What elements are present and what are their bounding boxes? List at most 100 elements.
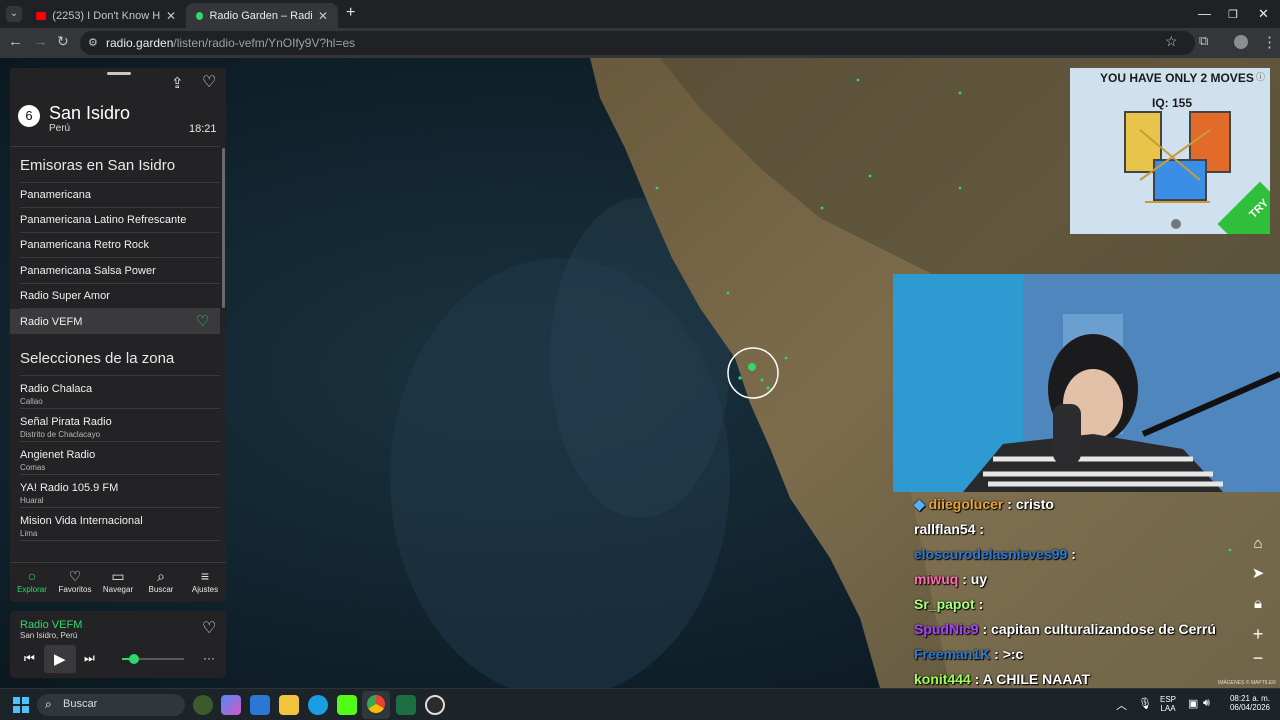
lock-icon[interactable]: 🔒︎ bbox=[1244, 592, 1272, 616]
pick-item[interactable]: Angienet Radio Comas bbox=[20, 442, 220, 475]
tray-chevron-icon[interactable]: ︿ bbox=[1116, 697, 1127, 713]
station-item-selected[interactable]: Radio VEFM ♡ bbox=[10, 309, 220, 334]
place-number-badge: 6 bbox=[18, 105, 40, 127]
tab-radio-garden[interactable]: Radio Garden – Radio VEFM ✕ bbox=[186, 3, 338, 28]
favorite-place-heart-icon[interactable]: ♡ bbox=[202, 72, 216, 92]
kick-icon[interactable] bbox=[337, 695, 357, 715]
previous-icon[interactable]: ⏮ bbox=[24, 651, 35, 666]
chat-separator: : bbox=[970, 671, 983, 687]
chrome-menu-icon[interactable]: ⋮ bbox=[1262, 33, 1277, 51]
obs-icon[interactable] bbox=[425, 695, 445, 715]
chat-user: konit444 bbox=[914, 671, 971, 687]
taskbar-search-box[interactable]: ⌕ Buscar bbox=[37, 694, 185, 716]
station-item[interactable]: Radio Super Amor bbox=[20, 284, 220, 309]
microphone-icon[interactable]: 🎙︎ bbox=[1138, 697, 1152, 710]
chat-separator: : bbox=[978, 621, 992, 637]
circle-icon: ○ bbox=[27, 568, 37, 584]
nav-label: Buscar bbox=[148, 585, 174, 594]
chrome-taskbar-active[interactable] bbox=[362, 691, 390, 719]
station-item[interactable]: Panamericana Latino Refrescante bbox=[20, 208, 220, 233]
pick-item[interactable]: Señal Pirata Radio Distrito de Chaclacay… bbox=[20, 409, 220, 442]
map-style-icon[interactable]: ⌂ bbox=[1244, 532, 1272, 556]
nav-browse[interactable]: ▭ Navegar bbox=[98, 567, 138, 594]
pick-item[interactable]: Mision Vida Internacional Lima bbox=[20, 508, 220, 541]
webcam-image bbox=[893, 274, 1280, 492]
widgets-icon[interactable] bbox=[193, 695, 213, 715]
nav-explore[interactable]: ○ Explorar bbox=[12, 567, 52, 594]
pick-place: Lima bbox=[20, 529, 38, 538]
volume-knob[interactable] bbox=[129, 654, 140, 664]
chat-separator: : bbox=[990, 646, 1003, 662]
file-explorer-icon[interactable] bbox=[279, 695, 299, 715]
chrome-icon bbox=[367, 695, 385, 713]
profile-avatar[interactable] bbox=[1234, 35, 1248, 49]
address-bar: ← → ↻ ⚙ radio.garden/listen/radio-vefm/Y… bbox=[0, 28, 1280, 58]
new-tab-button[interactable]: + bbox=[346, 4, 355, 22]
chat-separator: : bbox=[974, 596, 984, 612]
chat-separator: : bbox=[1003, 496, 1016, 512]
forward-icon[interactable]: → bbox=[33, 33, 48, 50]
nav-search[interactable]: ⌕ Buscar bbox=[141, 567, 181, 594]
panel-scrollbar[interactable] bbox=[222, 148, 225, 308]
chat-user: eloscurodelasnieves99 bbox=[914, 546, 1068, 562]
ad-banner[interactable]: YOU HAVE ONLY 2 MOVES ⓘ IQ: 155 TRY bbox=[1070, 68, 1270, 234]
close-window-icon[interactable]: ✕ bbox=[1258, 6, 1269, 22]
chat-message: Sr_papot : bbox=[914, 596, 983, 612]
station-item[interactable]: Panamericana Retro Rock bbox=[20, 233, 220, 258]
next-icon[interactable]: ⏭ bbox=[84, 651, 95, 666]
favorite-station-heart-icon[interactable]: ♡ bbox=[196, 312, 209, 330]
drag-handle[interactable] bbox=[107, 72, 131, 75]
browser-tab-bar: ⌄ (2253) I Don't Know How To Lo... ✕ Rad… bbox=[0, 0, 1280, 28]
excel-icon[interactable] bbox=[396, 695, 416, 715]
station-item[interactable]: Panamericana bbox=[20, 183, 220, 208]
nav-label: Ajustes bbox=[191, 585, 219, 594]
share-icon[interactable]: ⇪ bbox=[171, 74, 184, 92]
locate-icon[interactable]: ➤ bbox=[1244, 562, 1272, 586]
map-icon: ▭ bbox=[111, 568, 125, 584]
edge-icon[interactable] bbox=[308, 695, 328, 715]
site-info-icon[interactable]: ⚙ bbox=[88, 36, 98, 49]
copilot-icon[interactable] bbox=[221, 695, 241, 715]
nav-settings[interactable]: ≡ Ajustes bbox=[185, 567, 225, 594]
place-name: San Isidro bbox=[49, 103, 131, 123]
volume-slider[interactable] bbox=[122, 654, 184, 664]
ad-try-label: TRY bbox=[1247, 197, 1270, 221]
close-tab-icon[interactable]: ✕ bbox=[166, 9, 176, 23]
restore-icon[interactable]: ❐ bbox=[1228, 8, 1238, 21]
zoom-in-icon[interactable]: + bbox=[1244, 622, 1272, 646]
tab-youtube[interactable]: (2253) I Don't Know How To Lo... ✕ bbox=[26, 3, 186, 28]
play-button[interactable]: ▶ bbox=[44, 645, 76, 673]
chat-user: SpudNic9 bbox=[914, 621, 979, 637]
reload-icon[interactable]: ↻ bbox=[57, 33, 69, 50]
player-heart-icon[interactable]: ♡ bbox=[202, 618, 216, 638]
minimize-icon[interactable]: — bbox=[1198, 6, 1211, 21]
nav-favorites[interactable]: ♡ Favoritos bbox=[55, 567, 95, 594]
store-icon[interactable] bbox=[250, 695, 270, 715]
clock[interactable]: 08:21 a. m. 06/04/2026 bbox=[1222, 694, 1270, 712]
clock-time: 08:21 a. m. bbox=[1229, 694, 1270, 703]
pick-place: Huaral bbox=[20, 496, 44, 505]
url-field[interactable]: ⚙ radio.garden/listen/radio-vefm/YnOIfy9… bbox=[80, 31, 1195, 55]
chat-message: konit444 : A CHILE NAAAT bbox=[914, 671, 1090, 687]
tab-title: (2253) I Don't Know How To Lo... bbox=[52, 9, 160, 22]
windows-start-icon[interactable] bbox=[13, 697, 29, 713]
station-item[interactable]: Panamericana Salsa Power bbox=[20, 259, 220, 284]
back-icon[interactable]: ← bbox=[8, 33, 23, 50]
nav-label: Navegar bbox=[102, 585, 134, 594]
pick-item[interactable]: Radio Chalaca Callao bbox=[20, 376, 220, 409]
volume-icon[interactable]: 🔊︎ bbox=[1203, 697, 1210, 710]
network-icon[interactable]: ▣ bbox=[1188, 697, 1198, 710]
tab-search-button[interactable]: ⌄ bbox=[6, 6, 22, 22]
close-tab-icon[interactable]: ✕ bbox=[318, 9, 328, 23]
pick-item[interactable]: YA! Radio 105.9 FM Huaral bbox=[20, 475, 220, 508]
more-options-icon[interactable]: ··· bbox=[203, 651, 215, 665]
station-dot-selected[interactable] bbox=[748, 363, 756, 371]
zoom-out-icon[interactable]: − bbox=[1244, 646, 1272, 670]
chat-text-extra: culturalizandose de Cerrú bbox=[1043, 621, 1216, 637]
bookmark-star-icon[interactable]: ☆ bbox=[1165, 33, 1178, 50]
language-indicator[interactable]: ESP LAA bbox=[1160, 695, 1176, 713]
extensions-icon[interactable]: ⧉ bbox=[1199, 33, 1208, 49]
bottom-nav: ○ Explorar ♡ Favoritos ▭ Navegar ⌕ Busca… bbox=[10, 562, 226, 602]
pick-place: Distrito de Chaclacayo bbox=[20, 430, 101, 439]
chat-separator: : bbox=[975, 521, 985, 537]
